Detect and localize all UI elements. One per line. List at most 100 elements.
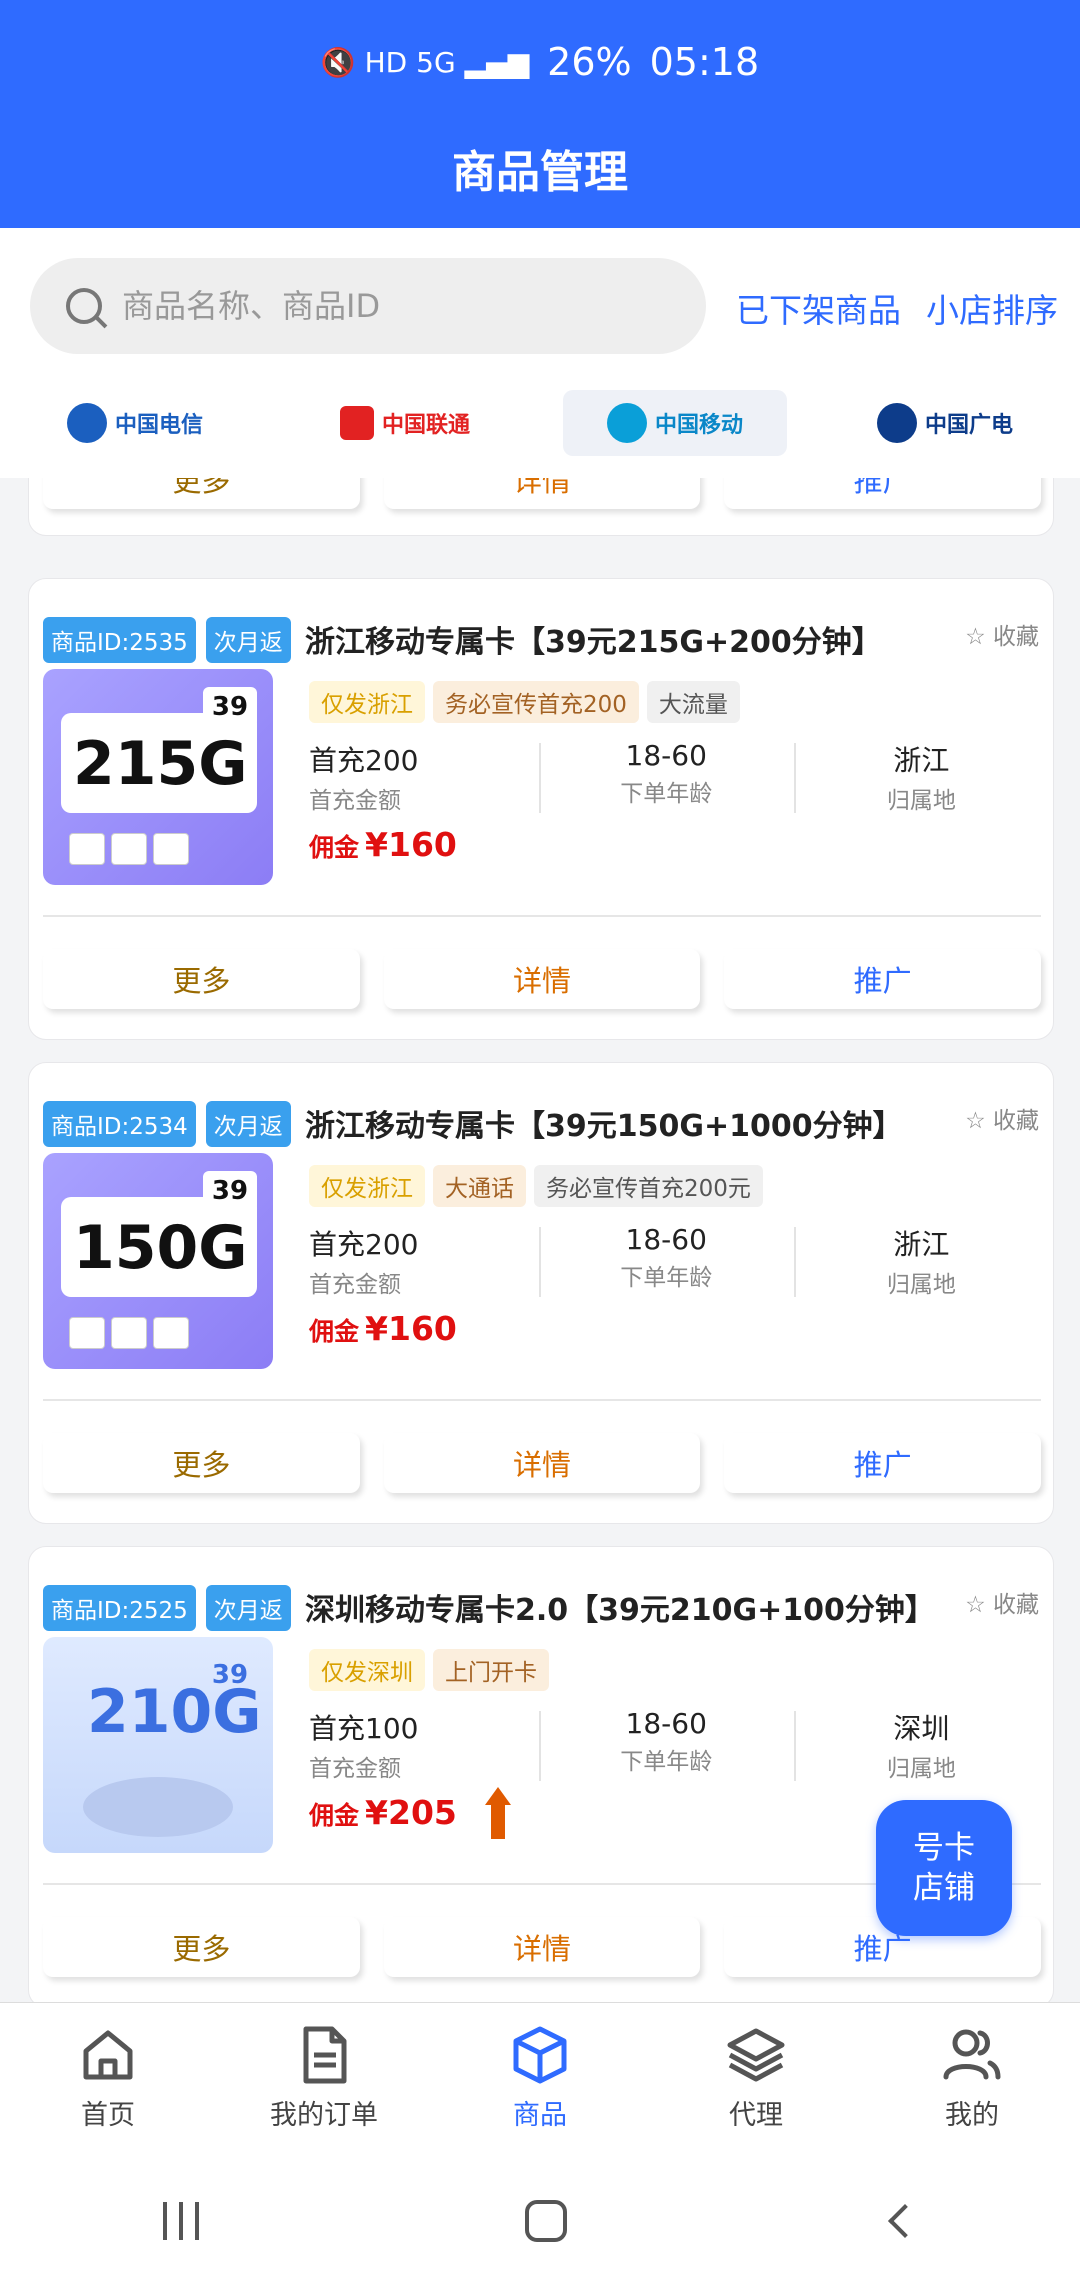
float-button-line2: 店铺 <box>913 1870 975 1906</box>
commission: 佣金 ¥160 <box>309 825 457 864</box>
tag: 务必宣传首充200元 <box>534 1165 763 1207</box>
tab-label: 我的订单 <box>270 2100 378 2131</box>
carrier-tab-unicom[interactable]: 中国联通 <box>293 390 517 456</box>
product-tags: 仅发深圳 上门开卡 <box>309 1649 549 1691</box>
product-title[interactable]: 浙江移动专属卡【39元215G+200分钟】 <box>305 617 882 661</box>
recharge-label: 首充金额 <box>309 788 401 814</box>
tab-agent[interactable]: 代理 <box>648 2003 864 2162</box>
carrier-tab-mobile[interactable]: 中国移动 <box>563 390 787 456</box>
carrier-tab-telecom[interactable]: 中国电信 <box>23 390 247 456</box>
recharge-stat: 首充200 首充金额 <box>309 739 539 815</box>
favorite-label: 收藏 <box>993 1108 1039 1134</box>
product-tags: 仅发浙江 大通话 务必宣传首充200元 <box>309 1165 763 1207</box>
detail-button[interactable]: 详情 <box>383 1917 701 1977</box>
card-badges: 商品ID:2525 次月返 <box>43 1585 291 1631</box>
tab-label: 首页 <box>81 2100 135 2131</box>
home-button-icon[interactable] <box>525 2200 567 2242</box>
tab-home[interactable]: 首页 <box>0 2003 216 2162</box>
region-value: 浙江 <box>893 1228 950 1261</box>
product-stats: 首充100 首充金额 18-60 下单年龄 深圳 归属地 <box>309 1707 1049 1783</box>
age-label: 下单年龄 <box>620 781 713 807</box>
float-button-line1: 号卡 <box>913 1830 975 1866</box>
search-input[interactable] <box>122 287 682 325</box>
tab-mine[interactable]: 我的 <box>864 2003 1080 2162</box>
toolbar: 已下架商品 小店排序 中国电信 中国联通 中国移动 中国广电 <box>0 228 1080 478</box>
product-id-badge: 商品ID:2525 <box>43 1585 196 1631</box>
favorite-button[interactable]: ☆ 收藏 <box>965 617 1039 651</box>
recharge-stat: 首充100 首充金额 <box>309 1707 539 1783</box>
box-icon <box>513 2026 567 2084</box>
age-value: 18-60 <box>625 1223 707 1256</box>
more-button[interactable]: 更多 <box>43 949 360 1009</box>
region-stat: 浙江 归属地 <box>793 739 1049 815</box>
commission: 佣金 ¥160 <box>309 1309 457 1348</box>
more-button[interactable]: 更多 <box>43 1433 360 1493</box>
product-card[interactable]: 商品ID:2535 次月返 215G 39 浙江移动专属卡【39元215G+20… <box>28 578 1054 1040</box>
commission-value: ¥160 <box>365 825 457 864</box>
promote-button[interactable]: 推广 <box>724 949 1042 1009</box>
return-badge: 次月返 <box>205 1585 291 1631</box>
region-stat: 深圳 归属地 <box>793 1707 1049 1783</box>
age-label: 下单年龄 <box>620 1749 713 1775</box>
tab-label: 我的 <box>945 2100 999 2131</box>
commission-value: ¥205 <box>365 1793 457 1832</box>
more-button[interactable]: 更多 <box>43 478 360 509</box>
search-icon <box>66 288 102 324</box>
detail-button[interactable]: 详情 <box>383 949 701 1009</box>
product-thumbnail[interactable]: 210G 39 <box>43 1637 273 1853</box>
tab-label: 商品 <box>513 2100 567 2131</box>
favorite-button[interactable]: ☆ 收藏 <box>965 1585 1039 1619</box>
product-thumbnail[interactable]: 215G 39 <box>43 669 273 885</box>
divider <box>43 915 1041 917</box>
search-box[interactable] <box>30 258 706 354</box>
status-bar: 🔇 HD 5G ▂▄▆ 26% 05:18 <box>0 40 1080 84</box>
region-label: 归属地 <box>886 1272 956 1298</box>
product-stats: 首充200 首充金额 18-60 下单年龄 浙江 归属地 <box>309 1223 1049 1299</box>
thumb-price: 39 <box>211 1660 249 1690</box>
region-value: 浙江 <box>893 744 950 777</box>
carrier-label: 中国广电 <box>924 413 1013 438</box>
product-stats: 首充200 首充金额 18-60 下单年龄 浙江 归属地 <box>309 739 1049 815</box>
commission-label: 佣金 <box>309 1801 360 1830</box>
product-card: 更多 详情 推广 <box>28 478 1054 536</box>
age-label: 下单年龄 <box>620 1265 713 1291</box>
recent-apps-icon[interactable] <box>163 2202 199 2240</box>
tag: 大流量 <box>646 681 740 723</box>
product-card[interactable]: 商品ID:2534 次月返 150G 39 浙江移动专属卡【39元150G+10… <box>28 1062 1054 1524</box>
age-value: 18-60 <box>625 1707 707 1740</box>
promote-button[interactable]: 推广 <box>724 1433 1042 1493</box>
detail-button[interactable]: 详情 <box>383 1433 701 1493</box>
product-title[interactable]: 浙江移动专属卡【39元150G+1000分钟】 <box>305 1101 903 1145</box>
region-stat: 浙江 归属地 <box>793 1223 1049 1299</box>
age-stat: 18-60 下单年龄 <box>538 739 794 815</box>
tag: 上门开卡 <box>433 1649 549 1691</box>
product-thumbnail[interactable]: 150G 39 <box>43 1153 273 1369</box>
commission-label: 佣金 <box>309 1317 360 1346</box>
age-stat: 18-60 下单年龄 <box>538 1223 794 1299</box>
cbn-logo-icon <box>876 403 917 443</box>
tag: 大通话 <box>433 1165 526 1207</box>
carrier-tab-cbn[interactable]: 中国广电 <box>833 390 1057 456</box>
thumb-price: 39 <box>203 687 257 727</box>
card-shop-float-button[interactable]: 号卡 店铺 <box>876 1800 1012 1936</box>
tab-label: 代理 <box>729 2100 783 2131</box>
more-button[interactable]: 更多 <box>43 1917 360 1977</box>
product-title[interactable]: 深圳移动专属卡2.0【39元210G+100分钟】 <box>305 1585 935 1629</box>
favorite-label: 收藏 <box>993 1592 1039 1618</box>
thumb-price: 39 <box>203 1171 257 1211</box>
region-label: 归属地 <box>886 788 956 814</box>
back-icon[interactable] <box>888 2204 922 2238</box>
shop-sort-link[interactable]: 小店排序 <box>926 284 1058 332</box>
favorite-button[interactable]: ☆ 收藏 <box>965 1101 1039 1135</box>
tag: 务必宣传首充200 <box>433 681 639 723</box>
detail-button[interactable]: 详情 <box>383 478 701 509</box>
offshelf-products-link[interactable]: 已下架商品 <box>736 284 901 332</box>
product-list[interactable]: 更多 详情 推广 商品ID:2535 次月返 215G 39 浙江移动专属卡【3… <box>0 478 1080 2002</box>
commission: 佣金 ¥205 <box>309 1787 511 1839</box>
tab-products[interactable]: 商品 <box>432 2003 648 2162</box>
age-value: 18-60 <box>625 739 707 772</box>
promote-button[interactable]: 推广 <box>724 478 1042 509</box>
tab-orders[interactable]: 我的订单 <box>216 2003 432 2162</box>
recharge-label: 首充金额 <box>309 1756 401 1782</box>
return-badge: 次月返 <box>205 1101 291 1147</box>
